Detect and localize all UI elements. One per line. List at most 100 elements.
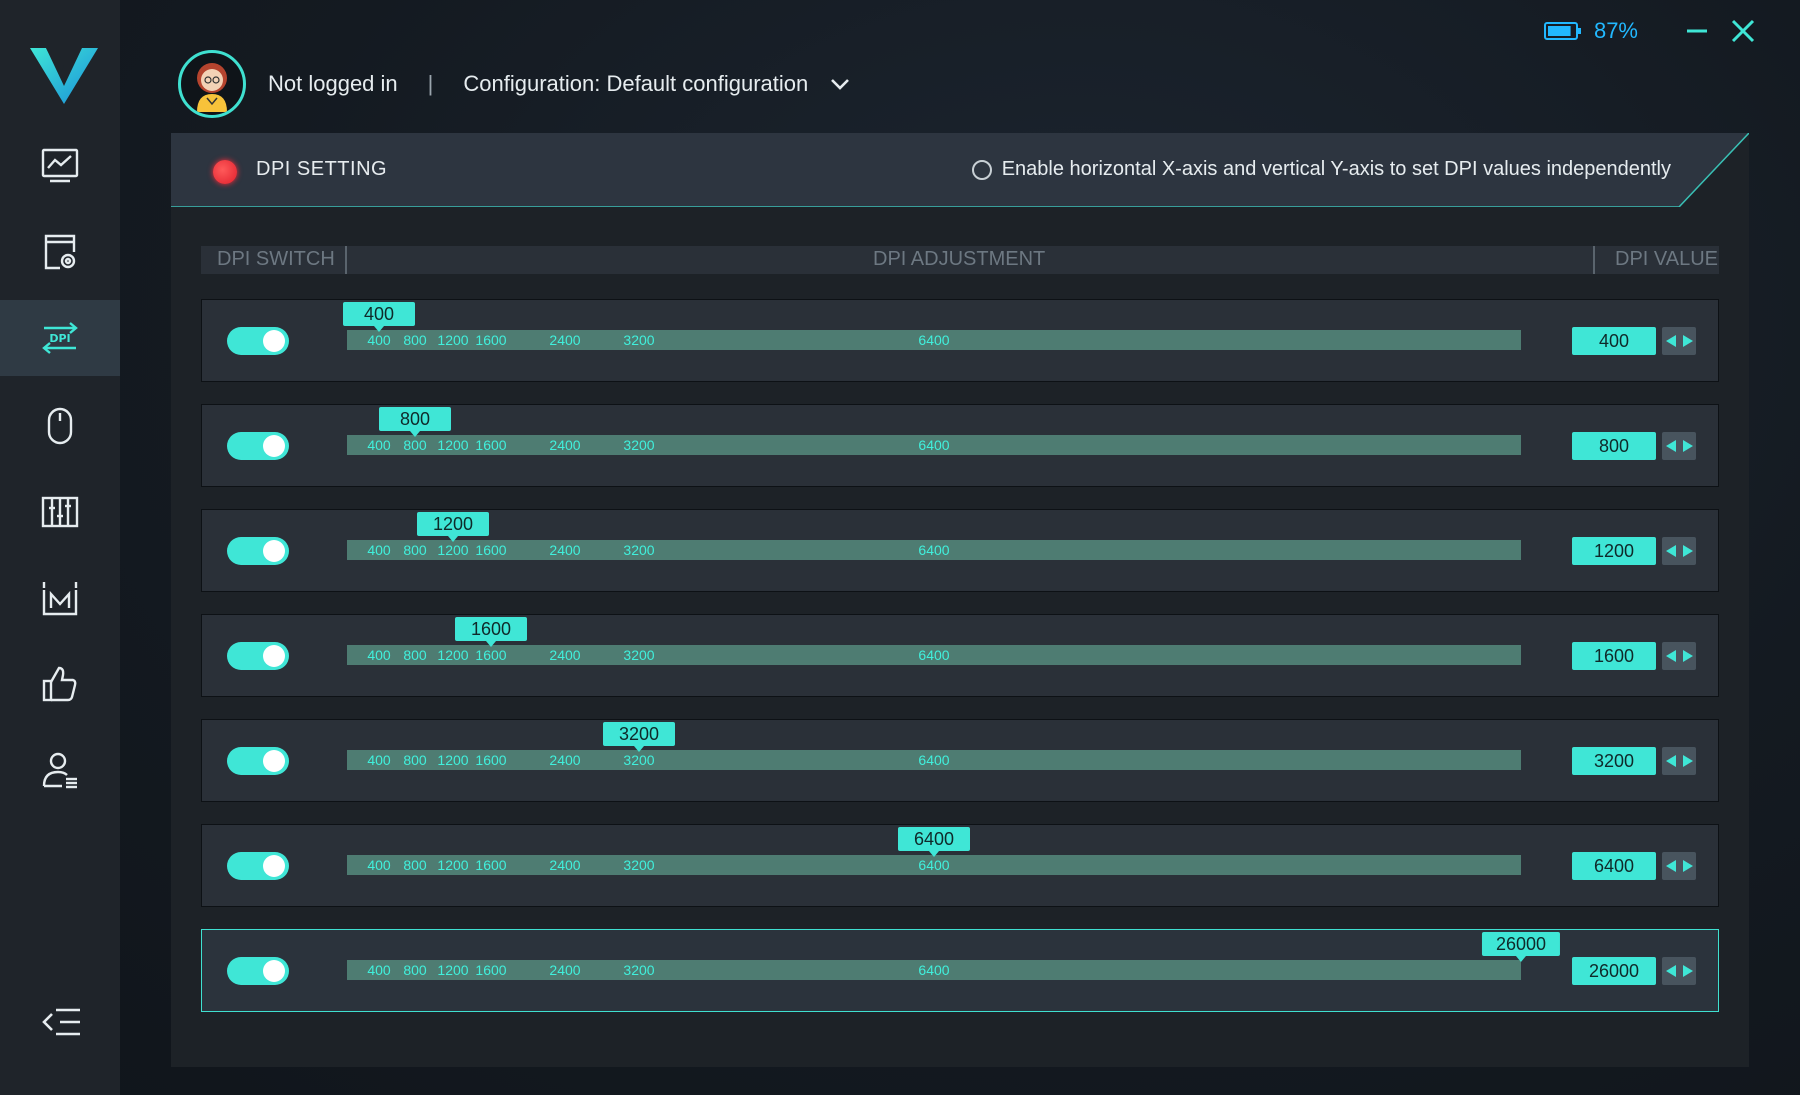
dpi-slider-thumb[interactable]: 6400 (898, 827, 970, 857)
dpi-slider-thumb[interactable]: 1200 (417, 512, 489, 542)
increase-button[interactable] (1682, 754, 1694, 768)
avatar[interactable] (178, 50, 246, 118)
dpi-switch-toggle[interactable] (227, 537, 289, 565)
screen-settings-icon (44, 234, 76, 270)
dpi-slider-track[interactable]: 400 800 1200 1600 2400 3200 6400 6400 (347, 827, 1521, 875)
dpi-value-field[interactable]: 3200 (1572, 747, 1656, 775)
triangle-left-icon (1665, 860, 1676, 872)
increase-button[interactable] (1682, 334, 1694, 348)
toggle-knob (263, 435, 285, 457)
sidebar-item-performance[interactable] (0, 128, 120, 204)
dpi-row[interactable]: 400 800 1200 1600 2400 3200 6400 800 800 (201, 404, 1719, 487)
toggle-knob (263, 960, 285, 982)
scale-tick-label: 6400 (918, 647, 950, 663)
dpi-row[interactable]: 400 800 1200 1600 2400 3200 6400 1200 1200 (201, 509, 1719, 592)
dpi-slider-track[interactable]: 400 800 1200 1600 2400 3200 6400 1600 (347, 617, 1521, 665)
dpi-value-field[interactable]: 1600 (1572, 642, 1656, 670)
sidebar-item-macro[interactable] (0, 560, 120, 636)
increase-button[interactable] (1682, 439, 1694, 453)
dpi-switch-toggle[interactable] (227, 432, 289, 460)
scale-tick-label: 400 (367, 437, 391, 453)
decrease-button[interactable] (1665, 859, 1677, 873)
decrease-button[interactable] (1665, 439, 1677, 453)
dpi-row[interactable]: 400 800 1200 1600 2400 3200 6400 26000 26000 (201, 929, 1719, 1012)
dpi-slider-track[interactable]: 400 800 1200 1600 2400 3200 6400 400 (343, 302, 1521, 350)
scale-tick-label: 400 (367, 647, 391, 663)
battery-indicator: 87% (1543, 18, 1638, 44)
dpi-row[interactable]: 400 800 1200 1600 2400 3200 6400 6400 6400 (201, 824, 1719, 907)
dpi-value-field[interactable]: 6400 (1572, 852, 1656, 880)
scale-tick-label: 3200 (623, 647, 655, 663)
sidebar-item-recommend[interactable] (0, 646, 120, 722)
dpi-switch-toggle[interactable] (227, 852, 289, 880)
scale-tick-label: 400 (367, 542, 391, 558)
scale-tick-label: 800 (403, 437, 427, 453)
dpi-slider-thumb[interactable]: 3200 (603, 722, 675, 752)
login-status[interactable]: Not logged in (268, 71, 398, 97)
dpi-switch-toggle[interactable] (227, 747, 289, 775)
dpi-slider-track[interactable]: 400 800 1200 1600 2400 3200 6400 3200 (347, 722, 1521, 770)
col-divider (345, 246, 347, 274)
decrease-button[interactable] (1665, 754, 1677, 768)
sidebar-item-screen[interactable] (0, 214, 120, 290)
dpi-row[interactable]: 400 800 1200 1600 2400 3200 6400 400 400 (201, 299, 1719, 382)
scale-tick-label: 2400 (549, 647, 581, 663)
decrease-button[interactable] (1665, 964, 1677, 978)
dpi-value-stepper (1662, 432, 1696, 460)
increase-button[interactable] (1682, 544, 1694, 558)
dpi-slider-thumb[interactable]: 800 (379, 407, 451, 437)
scale-tick-label: 800 (403, 332, 427, 348)
dpi-slider-thumb[interactable]: 400 (343, 302, 415, 332)
equalizer-icon (41, 496, 79, 528)
dpi-value-field[interactable]: 1200 (1572, 537, 1656, 565)
scale-tick-label: 2400 (549, 752, 581, 768)
dpi-value-field[interactable]: 400 (1572, 327, 1656, 355)
dpi-switch-toggle[interactable] (227, 642, 289, 670)
scale-tick-label: 1600 (475, 542, 507, 558)
sidebar-item-dpi[interactable]: DPI (0, 300, 120, 376)
scale-tick-label: 3200 (623, 962, 655, 978)
dpi-row[interactable]: 400 800 1200 1600 2400 3200 6400 1600 1600 (201, 614, 1719, 697)
dpi-slider-thumb[interactable]: 26000 (1481, 932, 1561, 962)
increase-button[interactable] (1682, 964, 1694, 978)
dpi-row[interactable]: 400 800 1200 1600 2400 3200 6400 3200 3200 (201, 719, 1719, 802)
scale-tick-label: 2400 (549, 962, 581, 978)
configuration-label[interactable]: Configuration: Default configuration (463, 71, 808, 97)
decrease-button[interactable] (1665, 649, 1677, 663)
sidebar-item-mouse[interactable] (0, 388, 120, 464)
decrease-button[interactable] (1665, 544, 1677, 558)
dpi-slider-thumb[interactable]: 1600 (455, 617, 527, 647)
macro-icon (42, 582, 78, 616)
independent-axes-option[interactable]: Enable horizontal X-axis and vertical Y-… (971, 158, 1671, 181)
dpi-slider-track[interactable]: 400 800 1200 1600 2400 3200 6400 1200 (347, 512, 1521, 560)
user-avatar-icon (197, 63, 227, 112)
triangle-left-icon (1665, 965, 1676, 977)
dpi-slider-track[interactable]: 400 800 1200 1600 2400 3200 6400 800 (347, 407, 1521, 455)
scale-tick-label: 1200 (437, 647, 469, 663)
toggle-knob (263, 750, 285, 772)
triangle-left-icon (1665, 335, 1676, 347)
scale-tick-label: 1200 (437, 752, 469, 768)
dpi-value-field[interactable]: 26000 (1572, 957, 1656, 985)
triangle-right-icon (1682, 545, 1693, 557)
scale-tick-label: 800 (403, 542, 427, 558)
close-button[interactable] (1726, 14, 1760, 48)
minimize-button[interactable] (1680, 14, 1714, 48)
increase-button[interactable] (1682, 859, 1694, 873)
chevron-down-icon[interactable] (828, 72, 852, 96)
dpi-value-stepper (1662, 747, 1696, 775)
dpi-switch-toggle[interactable] (227, 327, 289, 355)
dpi-slider-track[interactable]: 400 800 1200 1600 2400 3200 6400 26000 (347, 932, 1561, 980)
scale-tick-label: 800 (403, 857, 427, 873)
minimize-icon (1687, 29, 1707, 33)
decrease-button[interactable] (1665, 334, 1677, 348)
dpi-value-field[interactable]: 800 (1572, 432, 1656, 460)
scale-tick-label: 2400 (549, 857, 581, 873)
scale-tick-label: 6400 (918, 542, 950, 558)
collapse-menu-icon[interactable] (40, 1000, 84, 1044)
sidebar-item-account[interactable] (0, 732, 120, 808)
increase-button[interactable] (1682, 649, 1694, 663)
sidebar-item-equalizer[interactable] (0, 474, 120, 550)
dpi-switch-toggle[interactable] (227, 957, 289, 985)
independent-axes-radio[interactable] (971, 159, 992, 180)
